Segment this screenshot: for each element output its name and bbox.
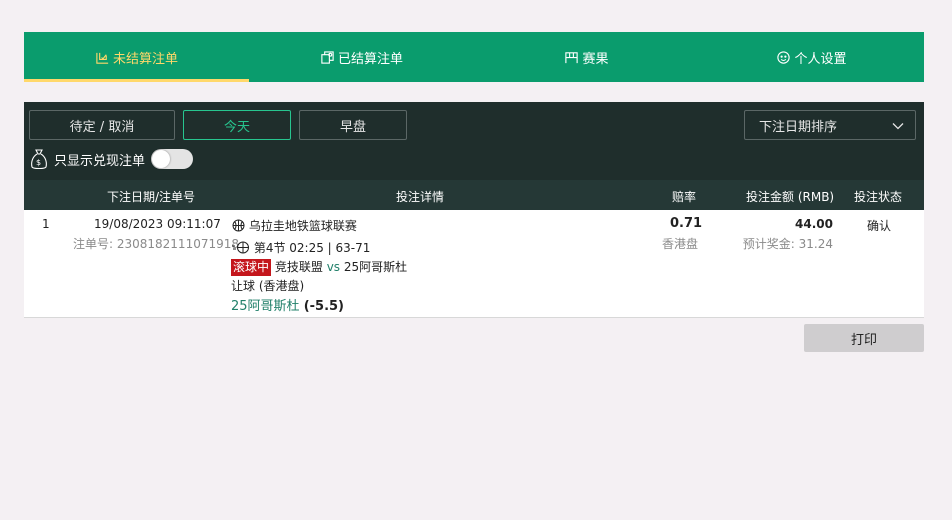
bet-datetime: 19/08/2023 09:11:07: [94, 217, 221, 231]
tab-settled[interactable]: 已结算注单: [249, 32, 474, 82]
table-header: 下注日期/注单号 投注详情 赔率 投注金额 (RMB) 投注状态: [24, 180, 924, 210]
league-line: 乌拉圭地铁篮球联赛: [232, 217, 357, 234]
results-icon: [564, 50, 579, 65]
header-amount: 投注金额 (RMB): [746, 190, 835, 204]
basketball-icon: [232, 219, 245, 232]
header-status: 投注状态: [854, 190, 903, 204]
filter-today-button[interactable]: 今天: [183, 110, 291, 140]
unsettled-icon: [95, 50, 110, 65]
print-button[interactable]: 打印: [804, 324, 924, 352]
row-index: 1: [42, 217, 50, 231]
filter-early-button[interactable]: 早盘: [299, 110, 407, 140]
sort-select-value: 下注日期排序: [759, 119, 838, 135]
table-row: 1 19/08/2023 09:11:07 注单号: 2308182111071…: [24, 210, 924, 318]
tab-settings[interactable]: 个人设置: [699, 32, 924, 82]
tab-label: 个人设置: [794, 51, 847, 67]
league-name: 乌拉圭地铁篮球联赛: [248, 219, 357, 233]
chevron-down-icon: [892, 123, 904, 130]
estimated-payout: 预计奖金: 31.24: [742, 237, 833, 251]
handicap-value: (-5.5): [303, 299, 344, 314]
odds-value: 0.71: [670, 216, 703, 231]
toggle-knob: [152, 150, 171, 168]
period-line: 第4节 02:25 | 63-71: [232, 239, 370, 256]
vs-label: vs: [326, 260, 341, 274]
filter-pending-cancel-button[interactable]: 待定 / 取消: [29, 110, 175, 140]
status-badge: 确认: [867, 219, 892, 233]
bet-tabs: 未结算注单 已结算注单 赛果 个人设置: [24, 32, 924, 82]
svg-text:$: $: [36, 158, 41, 167]
money-bag-icon: $: [31, 149, 47, 170]
cashout-filter: $ 只显示兑现注单: [30, 148, 194, 170]
stake-amount: 44.00: [795, 217, 833, 231]
tab-label: 未结算注单: [112, 51, 178, 67]
bet-number: 注单号: 2308182111071918: [73, 237, 240, 251]
live-badge: 滚球中: [231, 259, 272, 276]
settled-icon: [320, 50, 335, 65]
cashout-only-label: 只显示兑现注单: [54, 153, 146, 169]
market-type: 让球 (香港盘): [231, 279, 305, 293]
period-score: 第4节 02:25 | 63-71: [253, 241, 371, 255]
cashout-toggle[interactable]: [151, 149, 194, 169]
selection-team: 25阿哥斯杜: [231, 299, 300, 314]
match-line: 滚球中 竞技联盟 vs 25阿哥斯杜: [231, 258, 407, 276]
tab-results[interactable]: 赛果: [474, 32, 699, 82]
header-odds: 赔率: [672, 190, 697, 204]
tab-label: 赛果: [582, 51, 609, 67]
selection-line: 25阿哥斯杜 (-5.5): [231, 295, 344, 314]
odds-type: 香港盘: [662, 237, 699, 251]
home-team: 竞技联盟: [274, 260, 323, 274]
sort-select[interactable]: 下注日期排序: [744, 110, 916, 140]
header-details: 投注详情: [396, 190, 445, 204]
filter-bar: 待定 / 取消 今天 早盘 下注日期排序 $ 只显示兑现注单: [24, 102, 924, 180]
header-date-betno: 下注日期/注单号: [107, 190, 196, 204]
settings-icon: [776, 50, 791, 65]
live-basketball-icon: [232, 241, 249, 254]
tab-label: 已结算注单: [337, 51, 403, 67]
away-team: 25阿哥斯杜: [343, 260, 408, 274]
tab-unsettled[interactable]: 未结算注单: [24, 32, 249, 82]
